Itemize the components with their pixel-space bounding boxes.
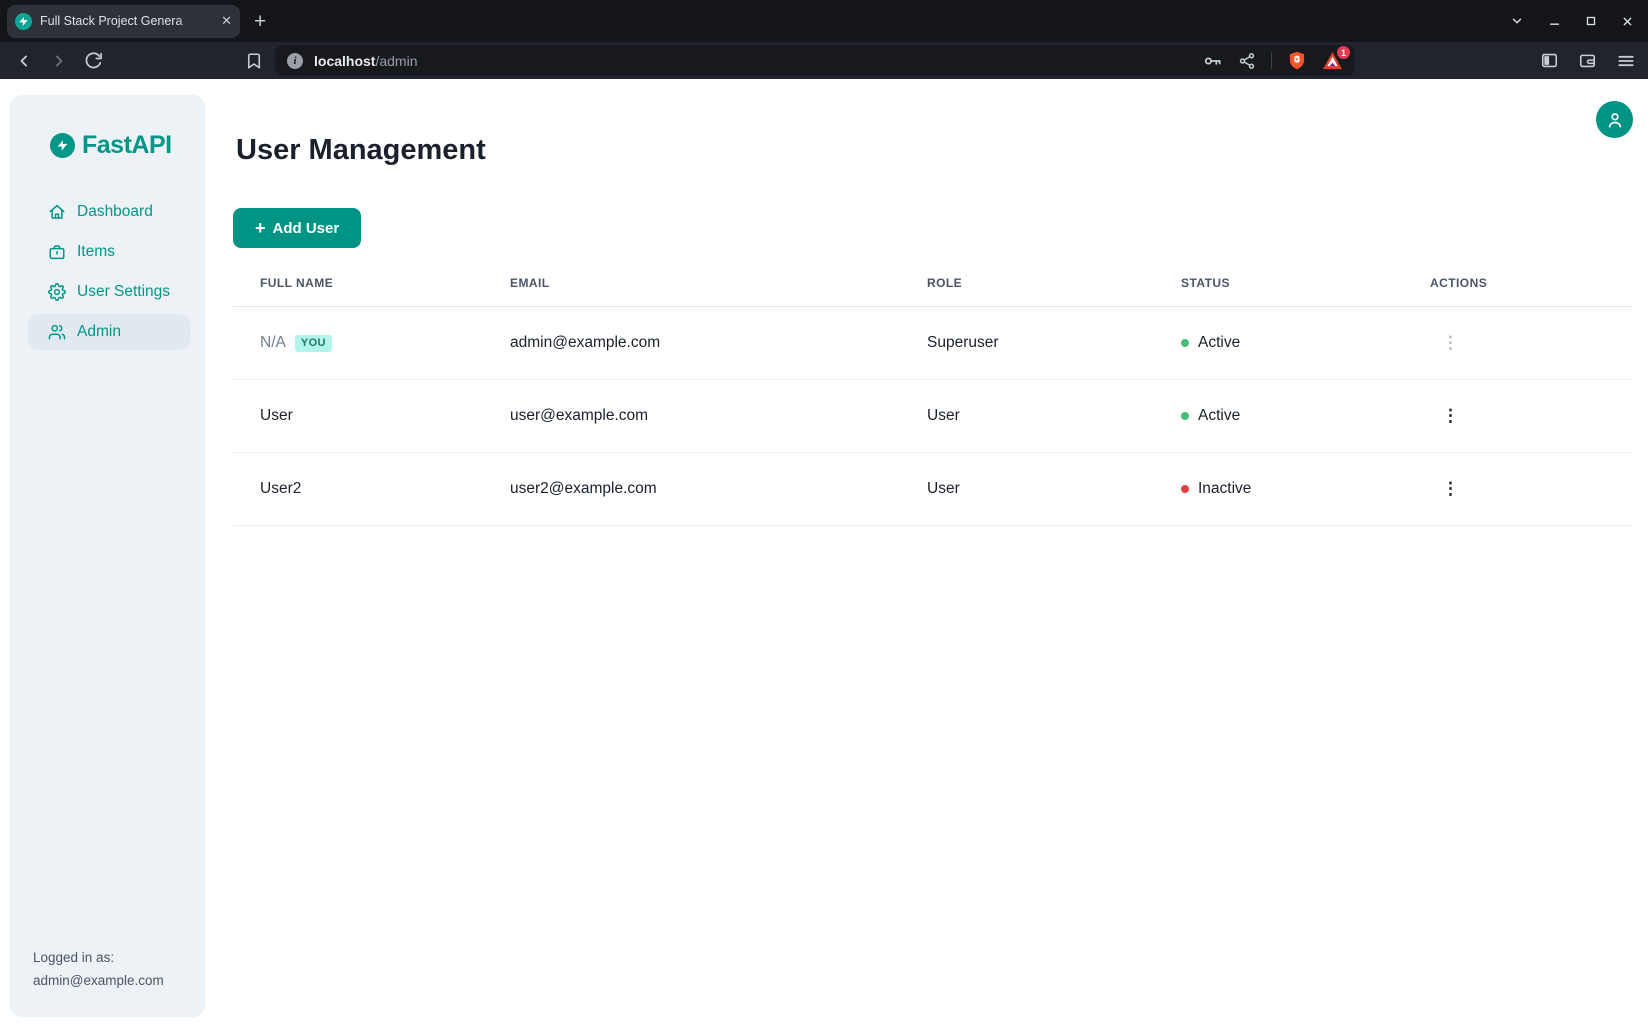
menu-icon[interactable]	[1616, 51, 1636, 71]
cell-role: Superuser	[927, 307, 1181, 380]
sidebar-item-label: Items	[77, 243, 115, 261]
address-bar-icons: 1	[1203, 50, 1343, 71]
cell-status: Inactive	[1181, 453, 1430, 526]
cell-role: User	[927, 380, 1181, 453]
cell-full-name: User	[233, 380, 510, 453]
status-value: Active	[1198, 334, 1240, 352]
cell-full-name: User2	[233, 453, 510, 526]
status-dot-icon	[1181, 412, 1189, 420]
col-status: STATUS	[1181, 276, 1430, 307]
row-actions-menu-icon[interactable]: ⋮	[1430, 479, 1459, 498]
table-row: User user@example.com User Active ⋮	[233, 380, 1632, 453]
table-row: N/A YOU admin@example.com Superuser Activ…	[233, 307, 1632, 380]
url-text[interactable]: localhost/admin	[314, 53, 418, 69]
url-path: /admin	[375, 53, 417, 69]
rewards-badge: 1	[1337, 46, 1350, 59]
window-minimize-icon[interactable]	[1548, 15, 1561, 28]
sidebar-item-user-settings[interactable]: User Settings	[28, 274, 190, 310]
briefcase-icon	[48, 243, 66, 261]
status-dot-icon	[1181, 485, 1189, 493]
toolbar-right-icons	[1540, 51, 1636, 71]
sidebar: FastAPI Dashboard Items User Settings	[10, 95, 205, 1017]
new-tab-button[interactable]: +	[254, 11, 266, 32]
full-name-value: N/A	[260, 334, 286, 351]
cell-email: user@example.com	[510, 380, 927, 453]
main-content: User Management + Add User FULL NAME EMA…	[205, 79, 1648, 1025]
tab-search-chevron-icon[interactable]	[1510, 14, 1524, 28]
col-full-name: FULL NAME	[233, 276, 510, 307]
fastapi-favicon-icon	[15, 13, 32, 30]
gear-icon	[48, 283, 66, 301]
cell-email: admin@example.com	[510, 307, 927, 380]
col-actions: ACTIONS	[1430, 276, 1632, 307]
cell-email: user2@example.com	[510, 453, 927, 526]
sidebar-panel-icon[interactable]	[1540, 51, 1559, 70]
sidebar-nav: Dashboard Items User Settings Admin	[28, 194, 190, 354]
site-info-icon[interactable]: i	[287, 53, 303, 69]
fastapi-logo: FastAPI	[28, 131, 190, 160]
key-icon[interactable]	[1203, 51, 1223, 71]
cell-status: Active	[1181, 380, 1430, 453]
you-badge: YOU	[295, 335, 332, 352]
address-bar[interactable]: i localhost/admin 1	[275, 45, 1355, 76]
share-icon[interactable]	[1238, 52, 1256, 70]
sidebar-item-label: Admin	[77, 323, 121, 341]
status-value: Inactive	[1198, 480, 1251, 498]
row-actions-menu-icon[interactable]: ⋮	[1430, 406, 1459, 425]
browser-toolbar: i localhost/admin 1	[0, 42, 1648, 79]
page-title: User Management	[236, 134, 1632, 167]
cell-full-name: N/A YOU	[233, 307, 510, 380]
logged-in-label: Logged in as:	[33, 947, 190, 969]
browser-window: Full Stack Project Genera ✕ +	[0, 0, 1648, 1025]
tab-close-icon[interactable]: ✕	[221, 13, 232, 29]
sidebar-item-items[interactable]: Items	[28, 234, 190, 270]
cell-status: Active	[1181, 307, 1430, 380]
cell-actions: ⋮	[1430, 307, 1632, 380]
table-header-row: FULL NAME EMAIL ROLE STATUS ACTIONS	[233, 276, 1632, 307]
wallet-icon[interactable]	[1578, 51, 1597, 70]
browser-tab-bar: Full Stack Project Genera ✕ +	[0, 0, 1648, 42]
sidebar-footer: Logged in as: admin@example.com	[28, 947, 190, 992]
plus-icon: +	[255, 219, 266, 237]
sidebar-item-label: User Settings	[77, 283, 170, 301]
brave-rewards-icon[interactable]: 1	[1322, 51, 1343, 70]
logged-in-email: admin@example.com	[33, 970, 190, 992]
add-user-label: Add User	[273, 220, 340, 237]
users-table: FULL NAME EMAIL ROLE STATUS ACTIONS N/A Y…	[233, 276, 1632, 526]
tab-title: Full Stack Project Genera	[40, 14, 215, 28]
back-icon[interactable]	[14, 51, 34, 71]
cell-actions: ⋮	[1430, 453, 1632, 526]
status-value: Active	[1198, 407, 1240, 425]
window-maximize-icon[interactable]	[1585, 15, 1597, 27]
toolbar-divider	[1271, 52, 1272, 69]
col-role: ROLE	[927, 276, 1181, 307]
brave-shield-icon[interactable]	[1287, 50, 1307, 71]
app-page: FastAPI Dashboard Items User Settings	[0, 79, 1648, 1025]
cell-role: User	[927, 453, 1181, 526]
sidebar-item-dashboard[interactable]: Dashboard	[28, 194, 190, 230]
sidebar-item-admin[interactable]: Admin	[28, 314, 190, 350]
row-actions-menu-icon: ⋮	[1430, 333, 1459, 352]
nav-buttons	[14, 51, 103, 71]
sidebar-item-label: Dashboard	[77, 203, 153, 221]
cell-actions: ⋮	[1430, 380, 1632, 453]
window-close-icon[interactable]	[1621, 15, 1634, 28]
fastapi-bolt-icon	[50, 133, 75, 158]
status-dot-icon	[1181, 339, 1189, 347]
col-email: EMAIL	[510, 276, 927, 307]
url-host: localhost	[314, 53, 375, 69]
users-icon	[48, 323, 66, 341]
add-user-button[interactable]: + Add User	[233, 208, 361, 248]
bookmark-icon[interactable]	[245, 52, 263, 70]
browser-tab[interactable]: Full Stack Project Genera ✕	[7, 5, 240, 38]
reload-icon[interactable]	[84, 51, 103, 70]
table-row: User2 user2@example.com User Inactive ⋮	[233, 453, 1632, 526]
window-controls	[1510, 0, 1634, 42]
user-avatar-icon	[1605, 110, 1625, 130]
home-icon	[48, 203, 66, 221]
logo-text: FastAPI	[82, 131, 172, 160]
user-avatar-button[interactable]	[1596, 101, 1633, 138]
forward-icon[interactable]	[49, 51, 69, 71]
